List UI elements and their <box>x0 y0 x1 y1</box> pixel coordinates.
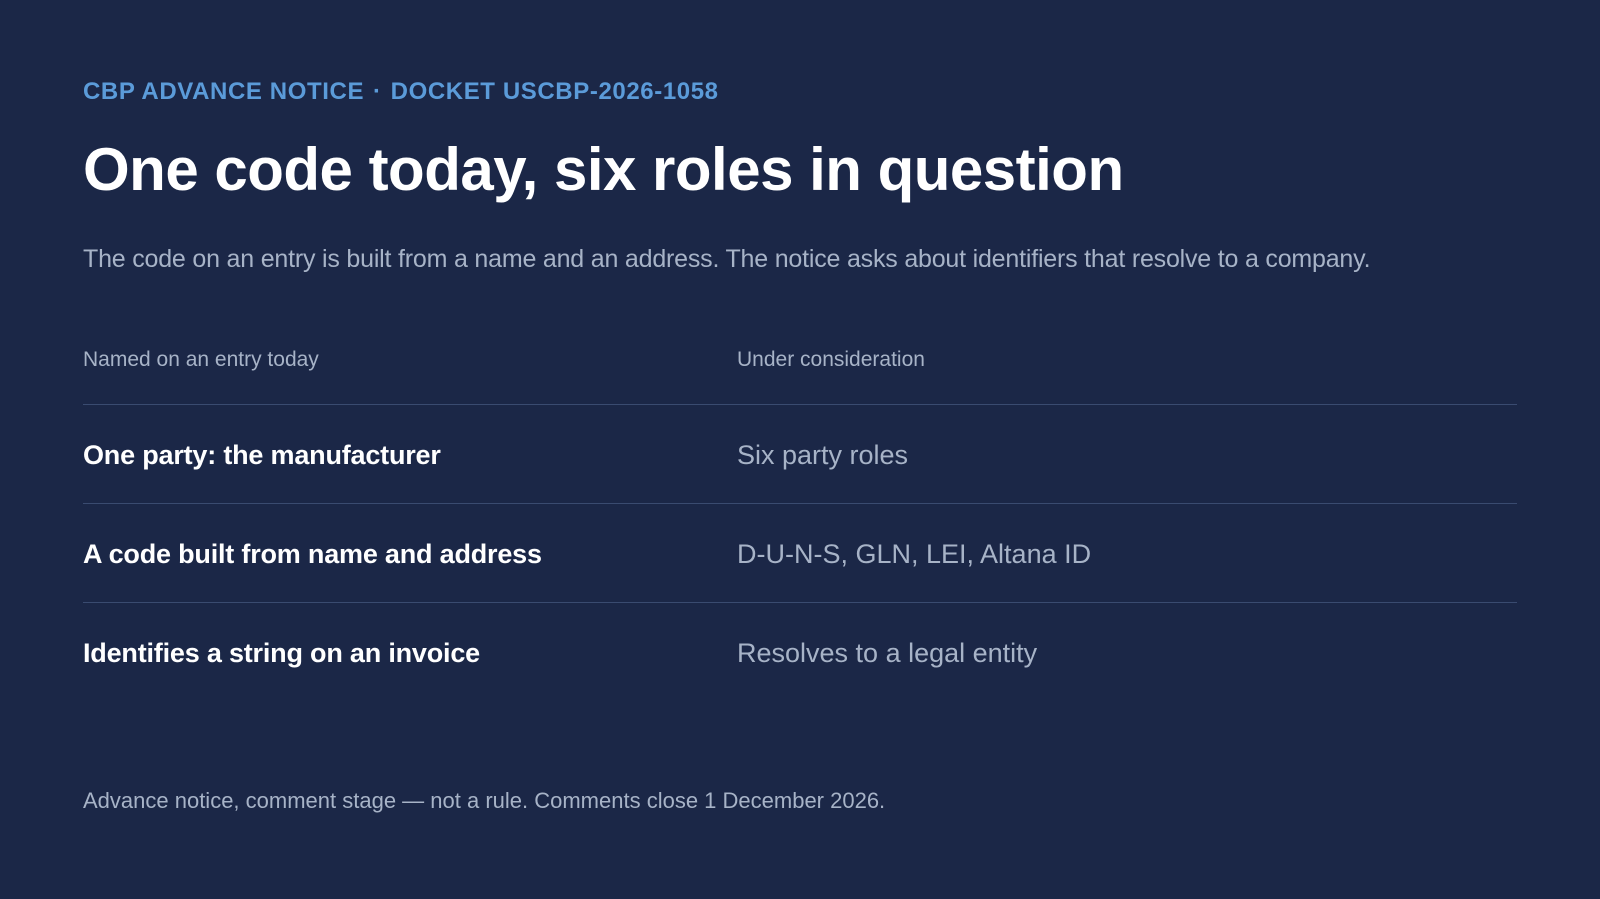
column-header-today: Named on an entry today <box>83 348 319 371</box>
table-row: A code built from name and address D-U-N… <box>83 504 1517 603</box>
column-header-proposed: Under consideration <box>737 348 925 371</box>
eyebrow-docket: DOCKET USCBP-2026-1058 <box>390 78 719 105</box>
table-header: Named on an entry today Under considerat… <box>83 340 1517 405</box>
cell-today: A code built from name and address <box>83 539 542 569</box>
page-subtitle: The code on an entry is built from a nam… <box>83 245 1371 273</box>
comparison-table: Named on an entry today Under considerat… <box>83 340 1517 701</box>
eyebrow: CBP ADVANCE NOTICE · DOCKET USCBP-2026-105… <box>83 78 719 106</box>
cell-proposed: Resolves to a legal entity <box>737 638 1038 668</box>
eyebrow-agency: CBP ADVANCE NOTICE <box>83 78 365 105</box>
table-row: Identifies a string on an invoice Resolv… <box>83 603 1517 701</box>
page-title: One code today, six roles in question <box>83 136 1124 203</box>
cell-today: One party: the manufacturer <box>83 440 441 470</box>
slide: CBP ADVANCE NOTICE · DOCKET USCBP-2026-105… <box>83 0 1517 899</box>
cell-proposed: Six party roles <box>737 440 909 470</box>
eyebrow-separator: · <box>373 78 382 105</box>
table-row: One party: the manufacturer Six party ro… <box>83 405 1517 504</box>
cell-proposed: D-U-N-S, GLN, LEI, Altana ID <box>737 539 1092 569</box>
footnote: Advance notice, comment stage — not a ru… <box>83 788 886 813</box>
cell-today: Identifies a string on an invoice <box>83 638 480 668</box>
